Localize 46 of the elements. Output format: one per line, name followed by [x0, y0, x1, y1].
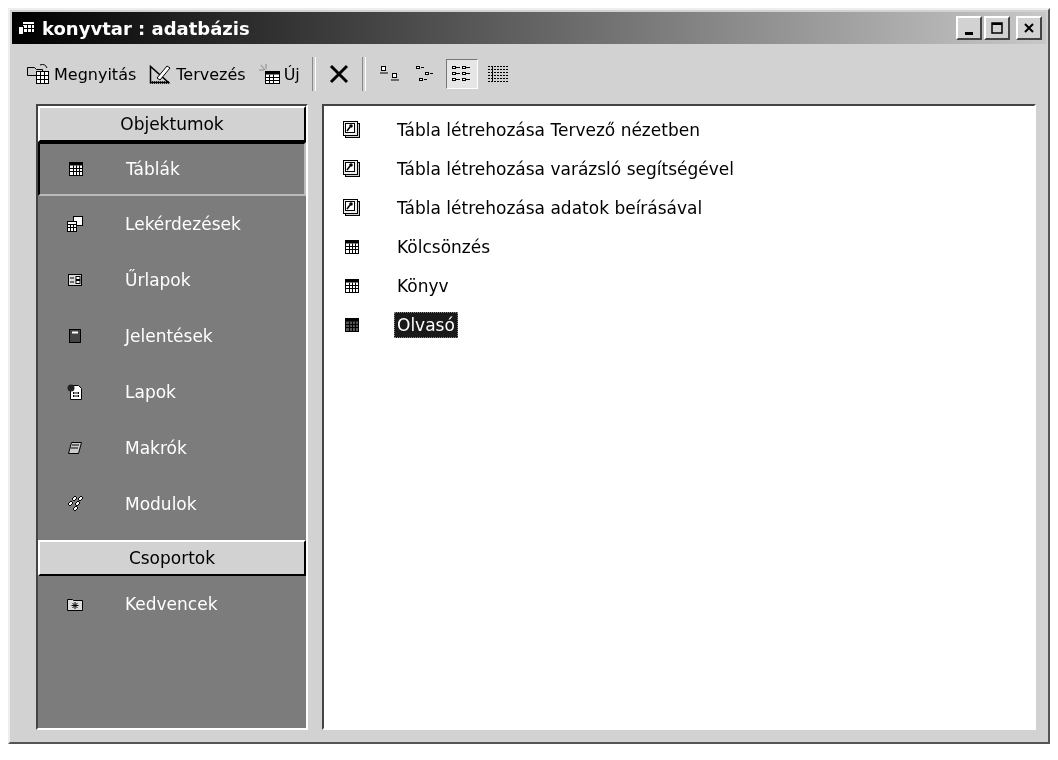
minimize-button[interactable] [956, 16, 982, 40]
query-icon [66, 215, 84, 233]
object-item[interactable]: Tábla létrehozása varázsló segítségével [332, 149, 1026, 188]
report-icon [67, 328, 83, 344]
toolbar-button[interactable]: Tervezés [144, 59, 250, 89]
sidebar-item[interactable]: Lekérdezések [38, 196, 306, 252]
shortcut-icon [342, 197, 362, 218]
table-icon [344, 277, 360, 294]
toolbar-button[interactable]: Új [253, 59, 304, 89]
toolbar-button[interactable]: Megnyitás [22, 59, 141, 89]
sidebar-item[interactable]: Táblák [38, 142, 306, 196]
view-button[interactable] [445, 59, 478, 89]
maximize-button[interactable] [984, 16, 1010, 40]
details-icon [485, 63, 510, 85]
group-header[interactable]: Csoportok [38, 540, 306, 576]
table-icon [68, 161, 84, 177]
database-icon [18, 20, 36, 36]
window-title: konyvtar : adatbázis [42, 17, 250, 39]
shortcut-icon [342, 119, 362, 140]
maximize-icon [991, 22, 1003, 34]
object-item[interactable]: Tábla létrehozása adatok beírásával [332, 188, 1026, 227]
object-item[interactable]: Olvasó [332, 305, 1026, 344]
macro-icon [67, 440, 83, 456]
page-icon [66, 383, 84, 401]
new-table-icon [257, 63, 282, 85]
sidebar-item[interactable]: Jelentések [38, 308, 306, 364]
sidebar-item[interactable]: Űrlapok [38, 252, 306, 308]
module-icon [66, 495, 84, 513]
folder-icon [66, 596, 84, 612]
table-icon [344, 238, 360, 255]
table-icon [344, 316, 360, 333]
sidebar-item[interactable]: Makrók [38, 420, 306, 476]
sidebar-item[interactable]: Lapok [38, 364, 306, 420]
object-item[interactable]: Könyv [332, 266, 1026, 305]
object-item[interactable]: Kölcsönzés [332, 227, 1026, 266]
shortcut-icon [342, 158, 362, 179]
open-icon [26, 63, 52, 85]
close-icon [1023, 22, 1035, 34]
delete-icon [327, 63, 350, 85]
sidebar-item[interactable]: Modulok [38, 476, 306, 532]
close-button[interactable] [1016, 16, 1042, 40]
form-icon [67, 272, 83, 288]
sidebar-item[interactable]: Kedvencek [38, 576, 306, 632]
object-item[interactable]: Tábla létrehozása Tervező nézetben [332, 110, 1026, 149]
group-header[interactable]: Objektumok [38, 106, 306, 142]
minimize-icon [965, 31, 973, 35]
